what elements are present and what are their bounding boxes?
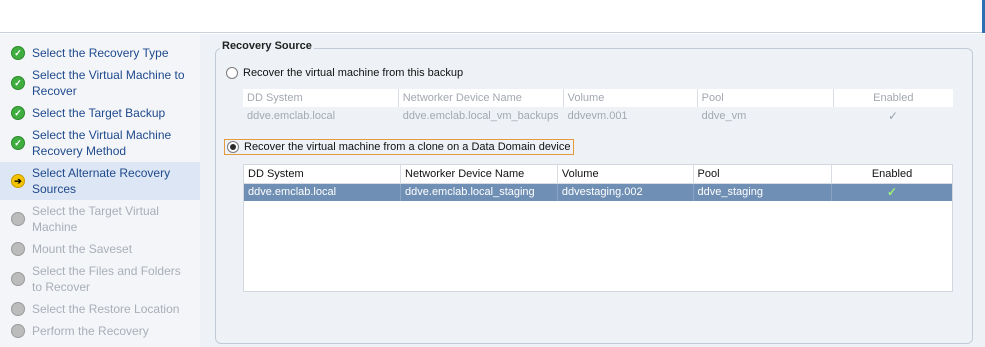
step-select-files: Select the Files and Folders to Recover bbox=[0, 260, 200, 298]
cell-enabled: ✓ bbox=[833, 107, 953, 125]
step-label: Select the Target Backup bbox=[32, 106, 166, 120]
radio-recover-from-backup[interactable]: Recover the virtual machine from this ba… bbox=[226, 67, 463, 79]
check-icon: ✓ bbox=[888, 109, 899, 123]
step-select-alternate-sources[interactable]: ➔ Select Alternate Recovery Sources bbox=[0, 162, 200, 200]
step-select-recovery-method[interactable]: ✓ Select the Virtual Machine Recovery Me… bbox=[0, 124, 200, 162]
step-label: Mount the Saveset bbox=[32, 242, 133, 256]
group-title: Recovery Source bbox=[220, 40, 314, 52]
radio-selected-dot bbox=[230, 144, 236, 150]
clone-device-table[interactable]: DD System Networker Device Name Volume P… bbox=[243, 164, 953, 292]
column-header-enabled[interactable]: Enabled bbox=[831, 165, 952, 184]
pending-circle-icon bbox=[11, 242, 25, 256]
column-header-pool[interactable]: Pool bbox=[693, 165, 833, 184]
column-header-enabled[interactable]: Enabled bbox=[833, 89, 953, 107]
wizard-steps-panel: ✓ Select the Recovery Type ✓ Select the … bbox=[0, 34, 200, 347]
column-header-device[interactable]: Networker Device Name bbox=[398, 89, 564, 107]
radio-label: Recover the virtual machine from a clone… bbox=[244, 141, 571, 153]
step-label: Perform the Recovery bbox=[32, 324, 149, 338]
check-icon: ✓ bbox=[886, 185, 898, 200]
check-icon: ✓ bbox=[11, 46, 25, 60]
pending-circle-icon bbox=[11, 212, 25, 226]
cell-pool: ddve_vm bbox=[697, 107, 834, 125]
step-label: Select the Restore Location bbox=[32, 302, 180, 316]
header-bar bbox=[0, 0, 985, 33]
pending-circle-icon bbox=[11, 302, 25, 316]
pending-circle-icon bbox=[11, 324, 25, 338]
cell-device: ddve.emclab.local_vm_backups bbox=[398, 107, 564, 125]
step-mount-saveset: Mount the Saveset bbox=[0, 238, 200, 260]
check-icon: ✓ bbox=[11, 106, 25, 120]
step-label: Select the Virtual Machine to Recover bbox=[32, 68, 185, 98]
step-label: Select the Files and Folders to Recover bbox=[32, 264, 181, 294]
step-select-target-vm: Select the Target Virtual Machine bbox=[0, 200, 200, 238]
column-header-dd-system[interactable]: DD System bbox=[244, 165, 402, 184]
radio-label: Recover the virtual machine from this ba… bbox=[243, 67, 464, 79]
step-label: Select the Recovery Type bbox=[32, 46, 169, 60]
column-header-volume[interactable]: Volume bbox=[557, 165, 694, 184]
step-restore-location: Select the Restore Location bbox=[0, 298, 200, 320]
table-row[interactable]: ddve.emclab.local ddve.emclab.local_stag… bbox=[244, 183, 952, 201]
step-select-recovery-type[interactable]: ✓ Select the Recovery Type bbox=[0, 42, 200, 64]
step-perform-recovery: Perform the Recovery bbox=[0, 320, 200, 342]
cell-enabled: ✓ bbox=[831, 183, 952, 201]
radio-button[interactable] bbox=[227, 141, 239, 153]
radio-recover-from-clone[interactable]: Recover the virtual machine from a clone… bbox=[224, 139, 574, 155]
arrow-right-icon: ➔ bbox=[11, 174, 25, 188]
backup-device-table: DD System Networker Device Name Volume P… bbox=[243, 89, 953, 125]
cell-volume: ddvevm.001 bbox=[563, 107, 698, 125]
column-header-volume[interactable]: Volume bbox=[563, 89, 698, 107]
cell-pool: ddve_staging bbox=[693, 183, 833, 201]
column-header-device[interactable]: Networker Device Name bbox=[400, 165, 558, 184]
check-icon: ✓ bbox=[11, 136, 25, 150]
cell-dd-system: ddve.emclab.local bbox=[244, 183, 402, 201]
step-select-target-backup[interactable]: ✓ Select the Target Backup bbox=[0, 102, 200, 124]
step-label: Select Alternate Recovery Sources bbox=[32, 166, 171, 196]
cell-device: ddve.emclab.local_staging bbox=[400, 183, 558, 201]
step-select-virtual-machine[interactable]: ✓ Select the Virtual Machine to Recover bbox=[0, 64, 200, 102]
column-header-pool[interactable]: Pool bbox=[697, 89, 835, 107]
column-header-dd-system[interactable]: DD System bbox=[243, 89, 399, 107]
step-label: Select the Virtual Machine Recovery Meth… bbox=[32, 128, 172, 158]
step-label: Select the Target Virtual Machine bbox=[32, 204, 159, 234]
cell-volume: ddvestaging.002 bbox=[557, 183, 694, 201]
cell-dd-system: ddve.emclab.local bbox=[243, 107, 399, 125]
table-row: ddve.emclab.local ddve.emclab.local_vm_b… bbox=[243, 107, 953, 125]
pending-circle-icon bbox=[11, 272, 25, 286]
check-icon: ✓ bbox=[11, 76, 25, 90]
radio-button[interactable] bbox=[226, 67, 238, 79]
